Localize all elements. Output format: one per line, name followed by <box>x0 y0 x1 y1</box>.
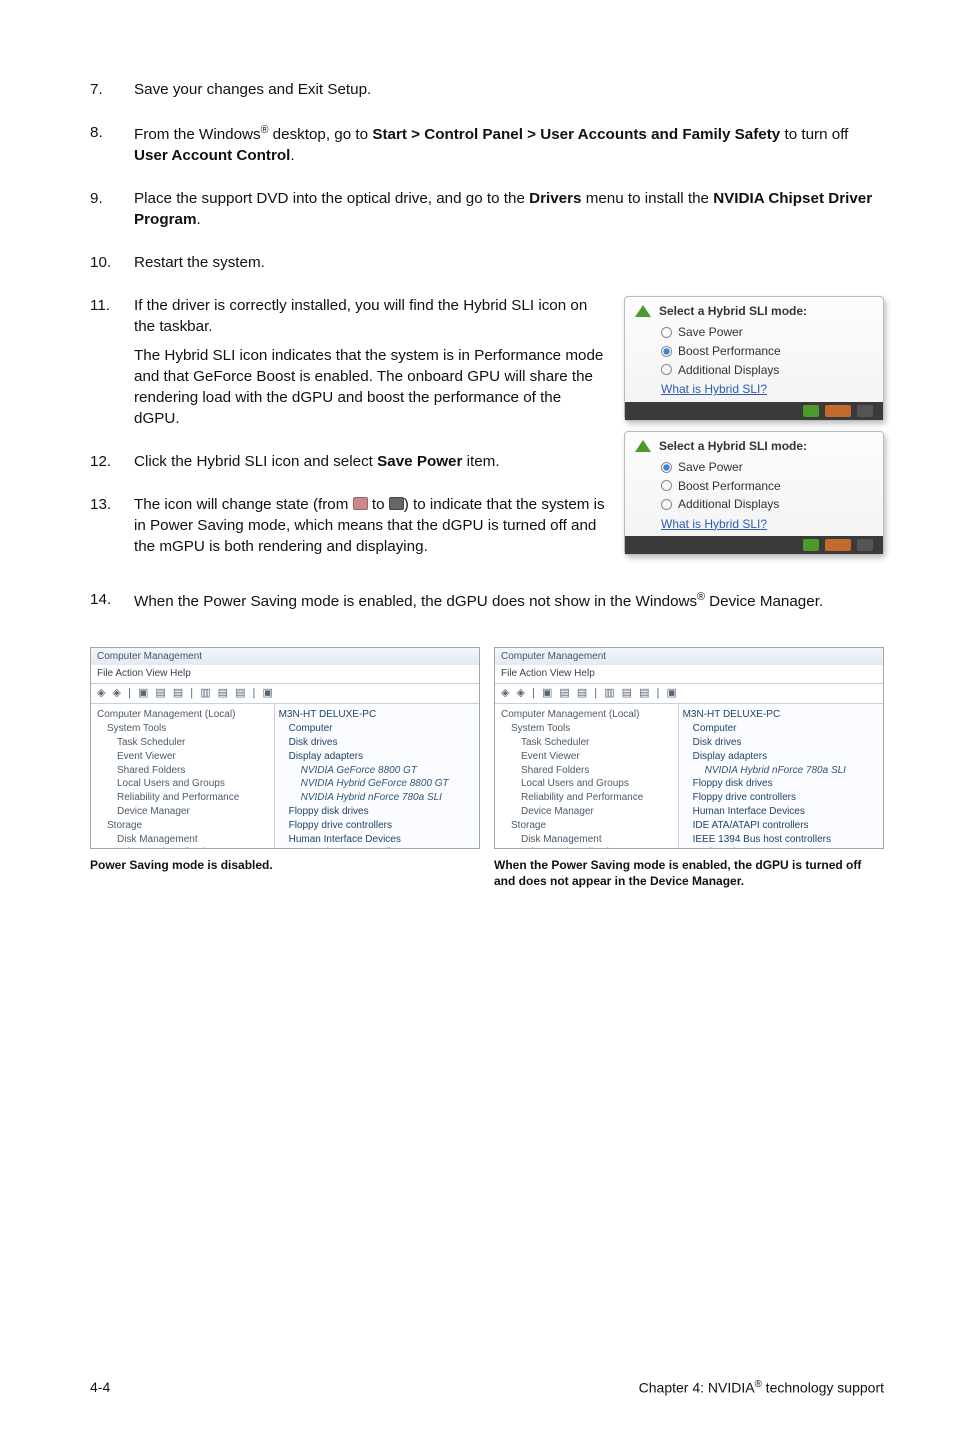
sli-logo-icon <box>633 438 653 454</box>
chapter-title: Chapter 4: NVIDIA® technology support <box>639 1378 884 1398</box>
step-text: From the Windows® desktop, go to Start >… <box>134 123 884 167</box>
step-number: 10. <box>90 253 134 282</box>
step-12: 12. Click the Hybrid SLI icon and select… <box>90 452 608 481</box>
dm-toolbar[interactable]: ◈ ◈ | ▣ ▤ ▤ | ▥ ▤ ▤ | ▣ <box>91 684 479 704</box>
sli-popup-images: Select a Hybrid SLI mode: Save Power Boo… <box>624 296 884 555</box>
sli-logo-icon <box>633 303 653 319</box>
popup-taskbar <box>625 402 883 420</box>
step-list-cont: 11. If the driver is correctly installed… <box>90 296 608 566</box>
sli-save-icon <box>389 497 404 510</box>
step-14: 14. When the Power Saving mode is enable… <box>90 590 884 621</box>
sli-popup-save-power: Select a Hybrid SLI mode: Save Power Boo… <box>624 431 884 556</box>
taskbar-icon <box>857 405 873 417</box>
dm-tree[interactable]: Computer Management (Local) System Tools… <box>91 704 275 847</box>
dm-panel-disabled: Computer Management File Action View Hel… <box>90 647 480 849</box>
taskbar-icon <box>825 539 851 551</box>
step-text: When the Power Saving mode is enabled, t… <box>134 590 884 613</box>
dm-menubar[interactable]: File Action View Help <box>495 665 883 684</box>
panel-captions: Power Saving mode is disabled. When the … <box>90 857 884 889</box>
dm-titlebar: Computer Management <box>495 648 883 666</box>
step-text: Place the support DVD into the optical d… <box>134 189 884 231</box>
step-number: 9. <box>90 189 134 239</box>
caption-right: When the Power Saving mode is enabled, t… <box>494 857 884 889</box>
popup-taskbar <box>625 536 883 554</box>
step-text: The Hybrid SLI icon indicates that the s… <box>134 346 608 430</box>
popup-option-additional-displays[interactable]: Additional Displays <box>633 495 875 514</box>
dm-tree[interactable]: Computer Management (Local) System Tools… <box>495 704 679 847</box>
dm-titlebar: Computer Management <box>91 648 479 666</box>
step-11: 11. If the driver is correctly installed… <box>90 296 608 438</box>
taskbar-icon <box>857 539 873 551</box>
sli-popup-performance: Select a Hybrid SLI mode: Save Power Boo… <box>624 296 884 421</box>
step-number: 7. <box>90 80 134 109</box>
step-number: 12. <box>90 452 134 481</box>
sli-perf-icon <box>353 497 368 510</box>
step-10: 10. Restart the system. <box>90 253 884 282</box>
step-7: 7. Save your changes and Exit Setup. <box>90 80 884 109</box>
popup-option-additional-displays[interactable]: Additional Displays <box>633 361 875 380</box>
step-text: The icon will change state (from to ) to… <box>134 495 608 558</box>
dm-devices[interactable]: M3N-HT DELUXE-PC Computer Disk drives Di… <box>679 704 883 847</box>
device-manager-panels: Computer Management File Action View Hel… <box>90 647 884 849</box>
step-text: Save your changes and Exit Setup. <box>134 80 884 101</box>
step-number: 8. <box>90 123 134 175</box>
step-text: If the driver is correctly installed, yo… <box>134 296 608 338</box>
step-number: 14. <box>90 590 134 621</box>
taskbar-sli-icon[interactable] <box>803 539 819 551</box>
step-9: 9. Place the support DVD into the optica… <box>90 189 884 239</box>
caption-left: Power Saving mode is disabled. <box>90 857 480 889</box>
taskbar-icon <box>825 405 851 417</box>
step-number: 13. <box>90 495 134 566</box>
page-number: 4-4 <box>90 1378 110 1398</box>
popup-heading: Select a Hybrid SLI mode: <box>633 303 875 320</box>
popup-option-boost-performance[interactable]: Boost Performance <box>633 342 875 361</box>
dm-toolbar[interactable]: ◈ ◈ | ▣ ▤ ▤ | ▥ ▤ ▤ | ▣ <box>495 684 883 704</box>
step-8: 8. From the Windows® desktop, go to Star… <box>90 123 884 175</box>
step-text: Restart the system. <box>134 253 884 274</box>
dm-menubar[interactable]: File Action View Help <box>91 665 479 684</box>
step-13: 13. The icon will change state (from to … <box>90 495 608 566</box>
popup-option-boost-performance[interactable]: Boost Performance <box>633 477 875 496</box>
popup-option-save-power[interactable]: Save Power <box>633 458 875 477</box>
taskbar-sli-icon[interactable] <box>803 405 819 417</box>
step-number: 11. <box>90 296 134 438</box>
popup-help-link[interactable]: What is Hybrid SLI? <box>633 381 875 398</box>
popup-heading: Select a Hybrid SLI mode: <box>633 438 875 455</box>
step-list-cont2: 14. When the Power Saving mode is enable… <box>90 590 884 621</box>
steps-with-side-images: 11. If the driver is correctly installed… <box>90 296 884 580</box>
dm-panel-enabled: Computer Management File Action View Hel… <box>494 647 884 849</box>
page-footer: 4-4 Chapter 4: NVIDIA® technology suppor… <box>90 1378 884 1398</box>
step-text: Click the Hybrid SLI icon and select Sav… <box>134 452 608 473</box>
step-list: 7. Save your changes and Exit Setup. 8. … <box>90 80 884 282</box>
popup-help-link[interactable]: What is Hybrid SLI? <box>633 516 875 533</box>
popup-option-save-power[interactable]: Save Power <box>633 323 875 342</box>
dm-devices[interactable]: M3N-HT DELUXE-PC Computer Disk drives Di… <box>275 704 479 847</box>
